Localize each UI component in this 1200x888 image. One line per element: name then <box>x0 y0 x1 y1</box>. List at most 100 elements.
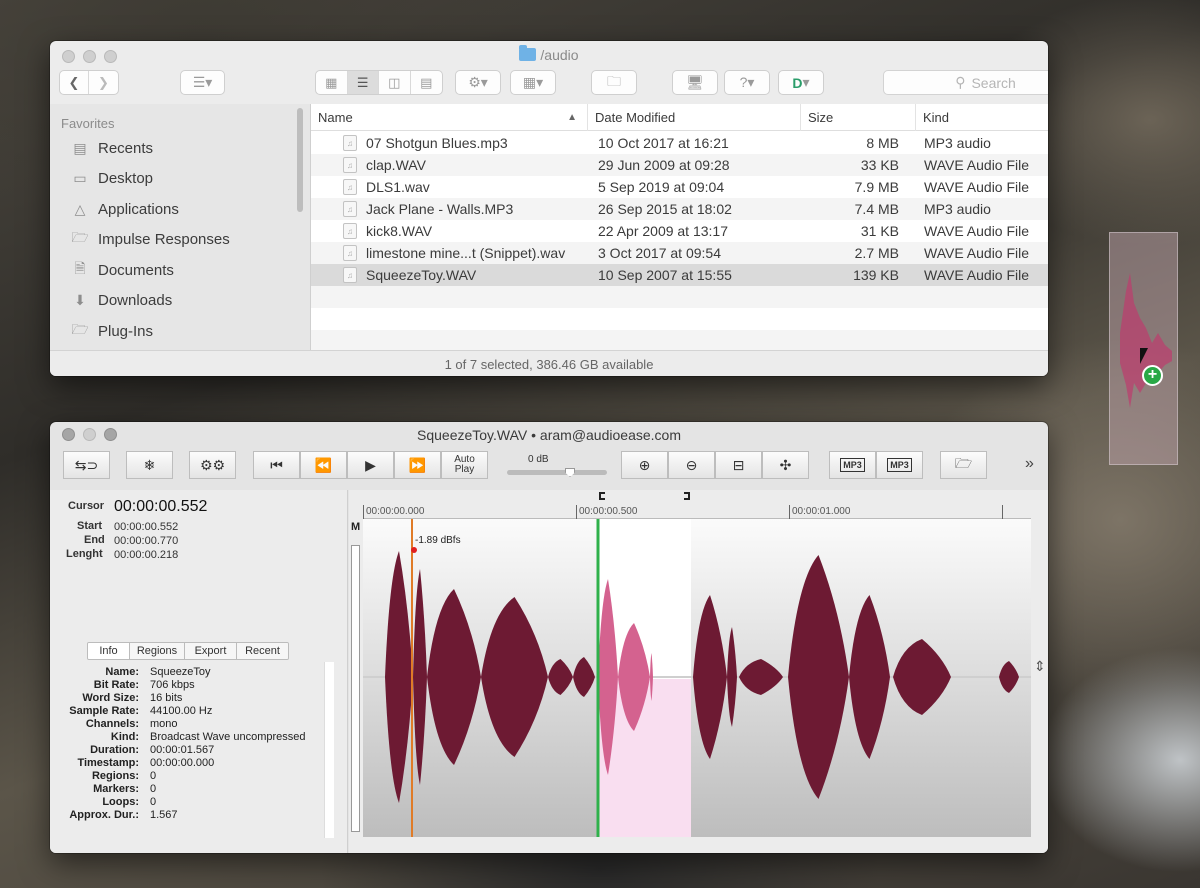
sidebar-item-desktop[interactable]: ▭ Desktop <box>70 166 153 190</box>
downloads-icon: ⬇ <box>74 291 86 308</box>
icon-view-button[interactable]: ▦ <box>316 71 348 94</box>
loop-tool-button[interactable]: ⇆⊃ <box>63 451 110 479</box>
sidebar-item-plug-ins[interactable]: 🗁 Plug-Ins <box>70 319 153 343</box>
zoom-in-button[interactable]: ⊕ <box>621 451 668 479</box>
table-row[interactable]: ♫ clap.WAV 29 Jun 2009 at 09:28 33 KB WAVE A… <box>311 154 1048 176</box>
kind-cell: WAVE Audio File <box>924 179 1030 195</box>
info-tabs: Info Regions Export Recent <box>87 642 289 660</box>
reveal-folder-button[interactable]: 🗁 <box>940 451 987 479</box>
sidebar-scrollbar[interactable] <box>297 108 303 212</box>
tab-export[interactable]: Export <box>185 643 237 659</box>
more-icon[interactable]: » <box>1025 455 1034 473</box>
property-key: Name: <box>105 666 139 678</box>
table-row[interactable]: ♫ kick8.WAV 22 Apr 2009 at 13:17 31 KB WAVE … <box>311 220 1048 242</box>
level-meter <box>351 545 360 832</box>
waveform-segment <box>727 627 737 727</box>
property-value: 0 <box>150 770 157 782</box>
property-value: mono <box>150 718 178 730</box>
column-size[interactable]: Size <box>801 104 916 131</box>
property-row: Bit Rate: 706 kbps <box>50 679 348 692</box>
tab-regions[interactable]: Regions <box>130 643 185 659</box>
column-name[interactable]: Name ▲ <box>311 104 588 131</box>
zoom-selection-button[interactable]: ✣ <box>762 451 809 479</box>
grid-icon: ▦▾ <box>522 74 544 90</box>
search-input[interactable]: ⚲ Search <box>883 70 1048 95</box>
gear-icon: ⚙▾ <box>468 74 488 90</box>
property-key: Word Size: <box>82 692 139 704</box>
back-button[interactable]: ❮ <box>60 71 90 94</box>
sidebar-item-applications[interactable]: △ Applications <box>70 197 179 221</box>
waveform-canvas[interactable]: -1.89 dBfs <box>363 519 1031 837</box>
ruler-tick: 00:00:01.000 <box>789 505 850 519</box>
gallery-view-button[interactable]: ▤ <box>411 71 442 94</box>
file-name-cell: ♫ Jack Plane - Walls.MP3 <box>343 198 583 220</box>
column-kind[interactable]: Kind <box>916 104 1048 131</box>
forward-button[interactable]: ❯ <box>89 71 118 94</box>
kind-cell: WAVE Audio File <box>924 267 1030 283</box>
size-cell: 7.4 MB <box>854 201 899 217</box>
connect-button[interactable]: 🖥 <box>672 70 718 95</box>
sidebar-item-documents[interactable]: 🗎 Documents <box>70 258 174 282</box>
column-date[interactable]: Date Modified <box>588 104 801 131</box>
date-cell: 22 Apr 2009 at 13:17 <box>598 223 728 239</box>
group-button[interactable]: ▦▾ <box>510 70 556 95</box>
table-row[interactable]: ♫ SqueezeToy.WAV 10 Sep 2007 at 15:55 139 K… <box>311 264 1048 286</box>
time-ruler[interactable]: 00:00:00.000 00:00:00.500 00:00:01.000 <box>363 505 1031 519</box>
date-cell: 5 Sep 2019 at 09:04 <box>598 179 725 195</box>
sidebar: Favorites ▤ Recents ▭ Desktop △ Application… <box>50 104 311 350</box>
property-key: Loops: <box>102 796 139 808</box>
property-key: Bit Rate: <box>93 679 139 691</box>
peak-marker <box>411 547 417 553</box>
ruler-tick: 00:00:00.500 <box>576 505 637 519</box>
properties-scrollbar[interactable] <box>324 662 334 838</box>
table-row[interactable]: ♫ Jack Plane - Walls.MP3 26 Sep 2015 at 18… <box>311 198 1048 220</box>
email-mp3-button[interactable]: MP3 <box>876 451 923 479</box>
audio-file-icon: ♫ <box>343 157 357 173</box>
freeze-button[interactable]: ❄ <box>126 451 173 479</box>
play-icon: ▶ <box>365 456 376 473</box>
play-button[interactable]: ▶ <box>347 451 394 479</box>
sidebar-item-impulse-responses[interactable]: 🗁 Impulse Responses <box>70 227 229 251</box>
app-menu-button[interactable]: D ▾ <box>778 70 824 95</box>
zoom-fit-button[interactable]: ⊟ <box>715 451 762 479</box>
list-view-button[interactable]: ☰ <box>347 71 379 94</box>
resize-handle-icon[interactable]: ⇕ <box>1034 658 1046 675</box>
column-header: Name ▲ Date Modified Size Kind <box>311 104 1048 131</box>
auto-play-button[interactable]: Auto Play <box>441 451 488 479</box>
sidebar-item-downloads[interactable]: ⬇ Downloads <box>70 288 172 312</box>
property-row: Duration: 00:00:01.567 <box>50 744 348 757</box>
column-view-button[interactable]: ◫ <box>379 71 411 94</box>
property-row: Name: SqueezeToy <box>50 666 348 679</box>
tab-info[interactable]: Info <box>88 643 130 659</box>
zoom-out-button[interactable]: ⊖ <box>668 451 715 479</box>
file-name-cell: ♫ SqueezeToy.WAV <box>343 264 583 286</box>
waveform-segment <box>481 597 548 757</box>
finder-window: /audio ❮ ❯ ☰▾ ▦ ☰ ◫ ▤ ⚙▾ ▦▾ 🗀 🖥 ?▾ D ▾ ⚲ S… <box>50 41 1048 376</box>
export-mp3-button[interactable]: MP3 <box>829 451 876 479</box>
table-row[interactable]: ♫ DLS1.wav 5 Sep 2019 at 09:04 7.9 MB WAVE A… <box>311 176 1048 198</box>
waveform-segment <box>548 659 573 695</box>
question-icon: ?▾ <box>739 74 755 90</box>
file-list: Name ▲ Date Modified Size Kind ♫ 07 Shotg… <box>311 104 1048 352</box>
table-row[interactable]: ♫ 07 Shotgun Blues.mp3 10 Oct 2017 at 16:2… <box>311 132 1048 154</box>
new-folder-button[interactable]: 🗀 <box>591 70 637 95</box>
audio-file-icon: ♫ <box>343 245 357 261</box>
chevron-down-icon: ▾ <box>802 74 810 90</box>
arrange-button[interactable]: ☰▾ <box>180 70 225 95</box>
action-button[interactable]: ⚙▾ <box>455 70 501 95</box>
waveform-segment <box>739 659 783 695</box>
rewind-button[interactable]: ⏪ <box>300 451 347 479</box>
sidebar-item-recents[interactable]: ▤ Recents <box>70 136 153 160</box>
help-button[interactable]: ?▾ <box>724 70 770 95</box>
fast-forward-button[interactable]: ⏩ <box>394 451 441 479</box>
gain-slider-knob[interactable] <box>565 468 575 477</box>
zoom-selection-icon: ✣ <box>779 456 792 473</box>
table-row[interactable]: ♫ limestone mine...t (Snippet).wav 3 Oct 2… <box>311 242 1048 264</box>
window-title: /audio <box>50 45 1048 63</box>
kind-cell: WAVE Audio File <box>924 223 1030 239</box>
gain-slider[interactable] <box>507 470 607 475</box>
tab-recent[interactable]: Recent <box>237 643 288 659</box>
rewind-start-button[interactable]: ⏮ <box>253 451 300 479</box>
size-cell: 7.9 MB <box>854 179 899 195</box>
settings-button[interactable]: ⚙⚙ <box>189 451 236 479</box>
